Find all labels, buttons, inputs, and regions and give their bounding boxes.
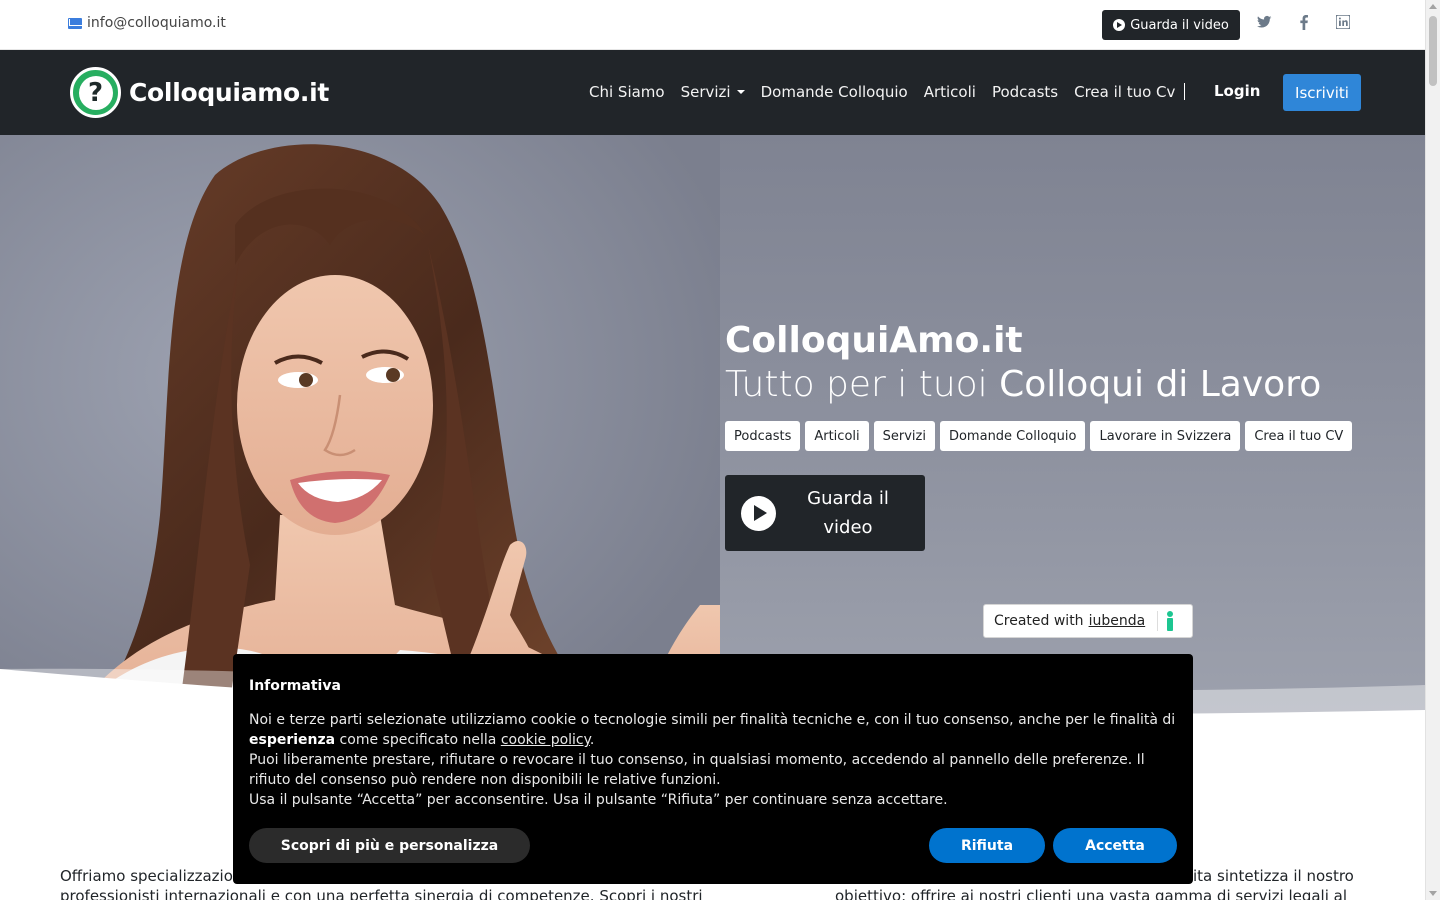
scroll-up-arrow-icon[interactable] bbox=[1429, 4, 1437, 9]
hero-subtitle-strong: Colloqui di Lavoro bbox=[999, 364, 1322, 405]
nav-chi-siamo[interactable]: Chi Siamo bbox=[589, 83, 665, 101]
hero-tags: Podcasts Articoli Servizi Domande Colloq… bbox=[725, 421, 1353, 451]
nav-servizi-dropdown[interactable]: Servizi bbox=[681, 83, 745, 101]
caret-down-icon bbox=[736, 90, 745, 94]
cookie-policy-link[interactable]: cookie policy bbox=[501, 732, 590, 748]
login-link[interactable]: Login bbox=[1214, 82, 1260, 100]
accept-button[interactable]: Accetta bbox=[1053, 828, 1177, 863]
envelope-icon bbox=[68, 17, 82, 29]
nav-domande-colloquio[interactable]: Domande Colloquio bbox=[761, 83, 908, 101]
play-icon bbox=[741, 495, 776, 531]
scroll-down-arrow-icon[interactable] bbox=[1429, 891, 1437, 896]
page: info@colloquiamo.it Guarda il video ? Co… bbox=[0, 0, 1440, 900]
email-text: info@colloquiamo.it bbox=[87, 15, 226, 31]
email-link[interactable]: info@colloquiamo.it bbox=[68, 15, 226, 31]
nav-crea-cv[interactable]: Crea il tuo Cv bbox=[1074, 83, 1175, 101]
watch-video-label: Guarda il video bbox=[1130, 17, 1229, 33]
learn-more-customize-button[interactable]: Scopri di più e personalizza bbox=[249, 828, 530, 863]
iubenda-icon bbox=[1165, 611, 1175, 631]
logo-text: Colloquiamo.it bbox=[129, 78, 330, 107]
facebook-icon[interactable] bbox=[1296, 15, 1312, 31]
top-bar: info@colloquiamo.it Guarda il video bbox=[0, 0, 1425, 50]
tag-servizi[interactable]: Servizi bbox=[873, 421, 935, 451]
nav-links: Chi Siamo Servizi Domande Colloquio Arti… bbox=[589, 83, 1191, 101]
iubenda-badge[interactable]: Created with iubenda bbox=[983, 604, 1193, 638]
cookie-title: Informativa bbox=[249, 678, 341, 694]
cookie-banner: Informativa Noi e terze parti selezionat… bbox=[233, 654, 1193, 884]
hero-woman-image bbox=[0, 135, 720, 735]
tag-podcasts[interactable]: Podcasts bbox=[725, 421, 801, 451]
hero-video-label: Guarda il video bbox=[807, 488, 889, 538]
tag-domande-colloquio[interactable]: Domande Colloquio bbox=[939, 421, 1086, 451]
nav-podcasts[interactable]: Podcasts bbox=[992, 83, 1058, 101]
tag-crea-cv[interactable]: Crea il tuo CV bbox=[1245, 421, 1353, 451]
hero-video-button[interactable]: Guarda il video bbox=[725, 475, 925, 551]
iubenda-divider bbox=[1157, 611, 1159, 631]
scrollbar-thumb[interactable] bbox=[1429, 16, 1437, 86]
signup-button[interactable]: Iscriviti bbox=[1283, 74, 1361, 111]
vertical-scrollbar[interactable] bbox=[1425, 0, 1440, 900]
tag-articoli[interactable]: Articoli bbox=[805, 421, 869, 451]
iubenda-prefix: Created with bbox=[994, 613, 1084, 629]
hero-title: ColloquiAmo.it bbox=[725, 320, 1023, 361]
reject-button[interactable]: Rifiuta bbox=[929, 828, 1045, 863]
iubenda-link[interactable]: iubenda bbox=[1089, 613, 1146, 629]
cookie-text: Noi e terze parti selezionate utilizziam… bbox=[249, 712, 1176, 808]
watch-video-button[interactable]: Guarda il video bbox=[1102, 10, 1240, 40]
nav-servizi-label: Servizi bbox=[680, 83, 731, 101]
hero-subtitle: Tutto per i tuoi Colloqui di Lavoro bbox=[725, 364, 1321, 405]
tag-lavorare-svizzera[interactable]: Lavorare in Svizzera bbox=[1090, 421, 1241, 451]
site-logo[interactable]: ? Colloquiamo.it bbox=[70, 67, 329, 118]
play-circle-icon bbox=[1113, 19, 1126, 31]
question-mark-logo-icon: ? bbox=[70, 67, 121, 118]
twitter-icon[interactable] bbox=[1256, 15, 1272, 31]
linkedin-icon[interactable] bbox=[1335, 14, 1351, 31]
hero-subtitle-light: Tutto per i tuoi bbox=[725, 364, 1000, 405]
nav-separator bbox=[1184, 83, 1185, 100]
nav-articoli[interactable]: Articoli bbox=[924, 83, 976, 101]
